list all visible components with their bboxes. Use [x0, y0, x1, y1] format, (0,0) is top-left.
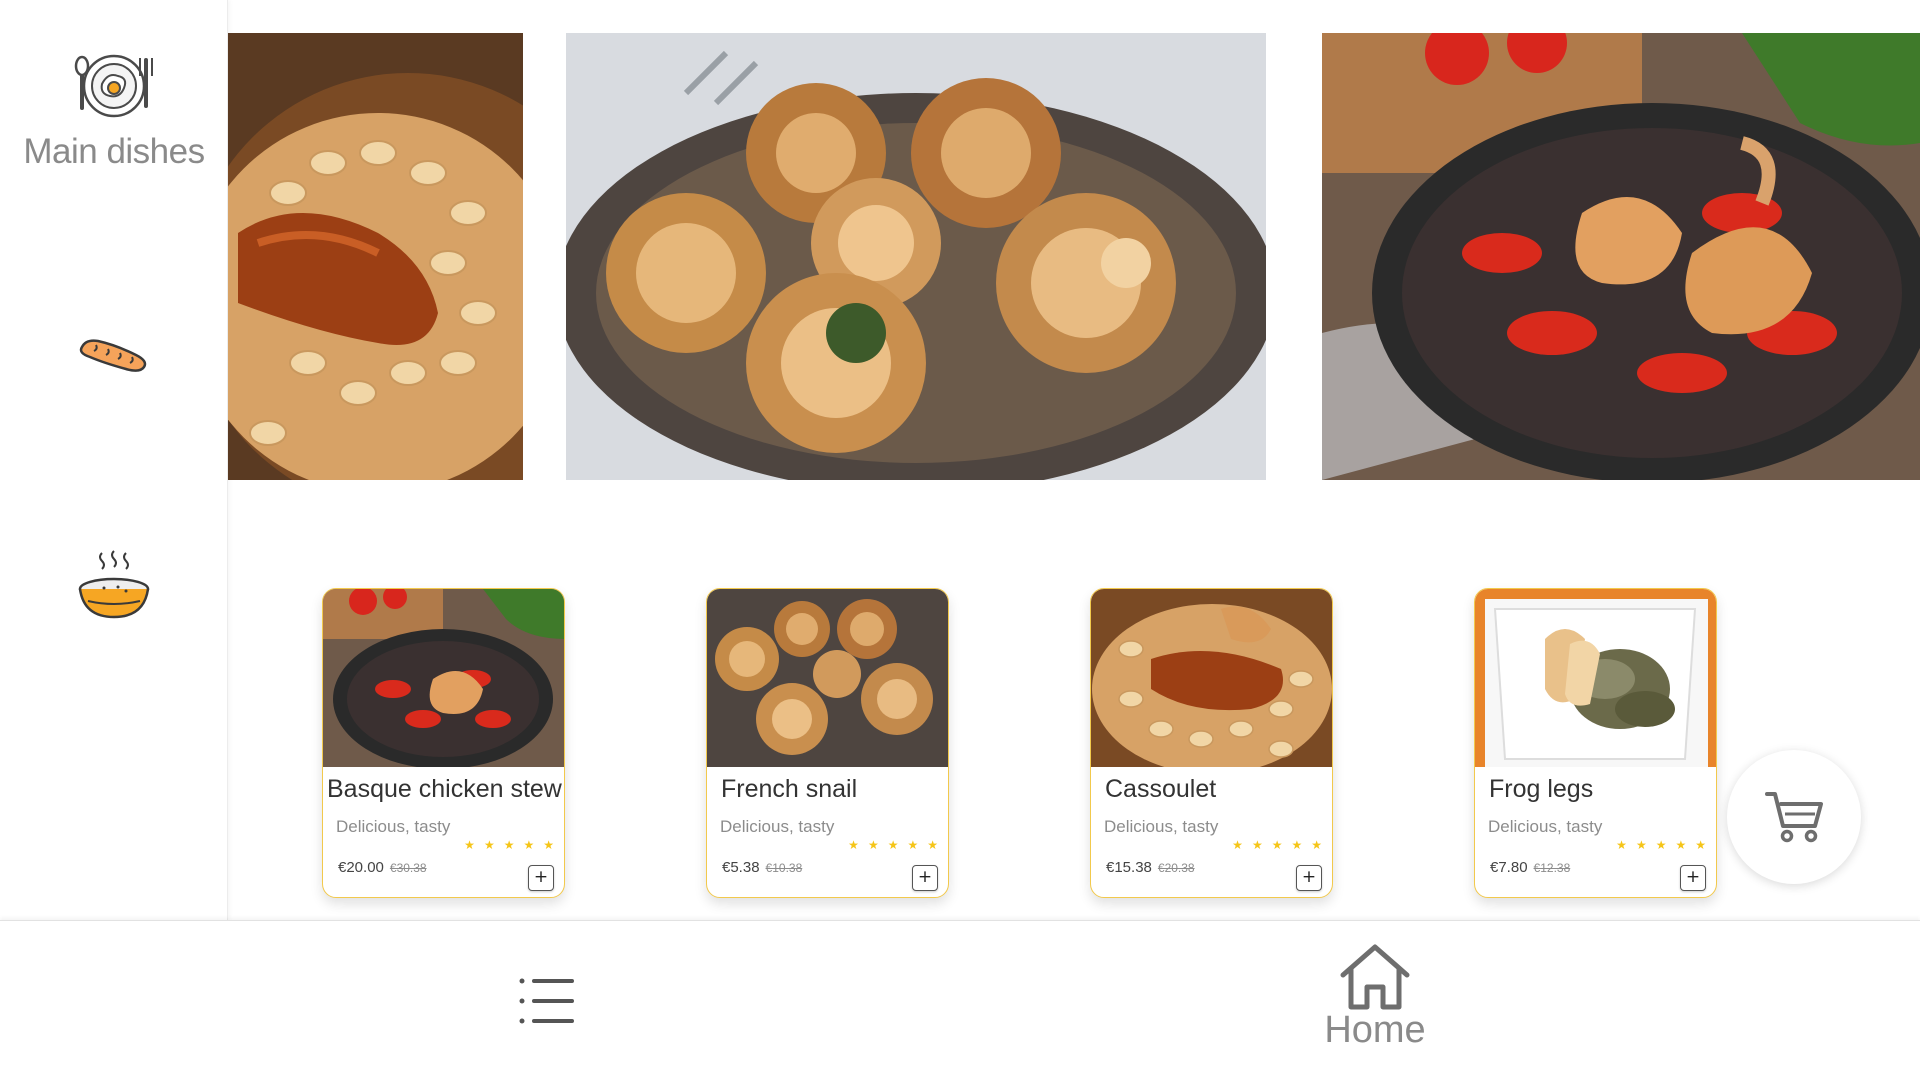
- bottom-nav: Home: [0, 920, 1920, 1080]
- product-price: €7.80: [1490, 859, 1528, 876]
- add-to-cart-button[interactable]: +: [528, 865, 554, 891]
- escargot-thumb: [707, 589, 948, 767]
- basque-chicken-thumb: [323, 589, 564, 767]
- product-price: €5.38: [722, 859, 760, 876]
- product-price-row: €7.80 €12.38: [1490, 859, 1570, 876]
- star-icon: ★: [848, 838, 859, 852]
- rating-stars: ★ ★ ★ ★ ★: [464, 839, 554, 851]
- product-description: Delicious, tasty: [720, 817, 835, 836]
- product-price-row: €20.00 €30.38: [338, 859, 427, 876]
- add-to-cart-button[interactable]: +: [1680, 865, 1706, 891]
- product-card[interactable]: Cassoulet Delicious, tasty ★ ★ ★ ★ ★ €15.38 €…: [1090, 588, 1333, 898]
- star-icon: ★: [523, 838, 535, 852]
- product-old-price: €12.38: [1533, 861, 1571, 875]
- star-icon: ★: [503, 838, 515, 852]
- star-icon: ★: [927, 838, 938, 852]
- star-icon: ★: [1655, 838, 1667, 852]
- star-icon: ★: [887, 838, 899, 852]
- sidebar-item-main-dishes[interactable]: Main dishes: [0, 50, 228, 172]
- category-sidebar: Main dishes: [0, 0, 228, 920]
- star-icon: ★: [1232, 838, 1243, 852]
- home-nav-label: Home: [1324, 1009, 1426, 1051]
- frog-legs-thumb: [1475, 589, 1716, 767]
- banner-basque-chicken-image[interactable]: [1322, 33, 1920, 480]
- star-icon: ★: [1695, 838, 1706, 852]
- product-card[interactable]: Basque chicken stew Delicious, tasty ★ ★ ★…: [322, 588, 565, 898]
- product-price: €15.38: [1106, 859, 1152, 876]
- product-image: [707, 589, 948, 767]
- product-card[interactable]: French snail Delicious, tasty ★ ★ ★ ★ ★ €5.3…: [706, 588, 949, 898]
- product-name: Basque chicken stew: [327, 775, 562, 803]
- star-icon: ★: [483, 838, 495, 852]
- rating-stars: ★ ★ ★ ★ ★: [848, 839, 938, 851]
- basque-chicken-photo: [1322, 33, 1920, 480]
- star-icon: ★: [464, 838, 475, 852]
- product-old-price: €20.38: [1157, 861, 1195, 875]
- product-price-row: €5.38 €10.38: [722, 859, 802, 876]
- app-root: Main dishes Basque chicken stew Deliciou…: [0, 0, 1920, 1080]
- rating-stars: ★ ★ ★ ★ ★: [1232, 839, 1322, 851]
- product-price: €20.00: [338, 859, 384, 876]
- product-image: [1091, 589, 1332, 767]
- cart-button[interactable]: [1727, 750, 1861, 884]
- banner-cassoulet-image[interactable]: [228, 33, 523, 480]
- add-to-cart-button[interactable]: +: [912, 865, 938, 891]
- banner-escargot-image[interactable]: [566, 33, 1266, 480]
- product-old-price: €10.38: [765, 861, 803, 875]
- sidebar-item-bread[interactable]: [0, 315, 228, 395]
- home-nav-button[interactable]: Home: [1320, 941, 1430, 1052]
- cart-icon: [1765, 792, 1823, 843]
- sidebar-item-label: Main dishes: [23, 132, 205, 171]
- rating-stars: ★ ★ ★ ★ ★: [1616, 839, 1706, 851]
- product-card[interactable]: Frog legs Delicious, tasty ★ ★ ★ ★ ★ €7.80 €1…: [1474, 588, 1717, 898]
- product-name: Frog legs: [1489, 775, 1594, 803]
- product-description: Delicious, tasty: [1488, 817, 1603, 836]
- list-icon: [519, 978, 574, 1024]
- sidebar-item-soup[interactable]: [0, 545, 228, 625]
- product-name: Cassoulet: [1105, 775, 1217, 803]
- star-icon: ★: [1291, 838, 1303, 852]
- star-icon: ★: [1251, 838, 1263, 852]
- product-old-price: €30.38: [389, 861, 427, 875]
- star-icon: ★: [867, 838, 879, 852]
- add-to-cart-button[interactable]: +: [1296, 865, 1322, 891]
- star-icon: ★: [1271, 838, 1283, 852]
- star-icon: ★: [907, 838, 919, 852]
- star-icon: ★: [1635, 838, 1647, 852]
- escargot-photo: [566, 33, 1266, 480]
- star-icon: ★: [543, 838, 554, 852]
- product-price-row: €15.38 €20.38: [1106, 859, 1195, 876]
- home-icon: [1340, 944, 1410, 1010]
- product-description: Delicious, tasty: [1104, 817, 1219, 836]
- star-icon: ★: [1311, 838, 1322, 852]
- product-description: Delicious, tasty: [336, 817, 451, 836]
- bread-icon: [79, 339, 147, 372]
- cassoulet-photo: [228, 33, 523, 480]
- product-name: French snail: [721, 775, 858, 803]
- plate-egg-icon: [74, 54, 153, 118]
- menu-list-button[interactable]: [518, 975, 576, 1027]
- star-icon: ★: [1675, 838, 1687, 852]
- cassoulet-thumb: [1091, 589, 1332, 767]
- product-image: [323, 589, 564, 767]
- soup-bowl-icon: [78, 550, 150, 619]
- product-image: [1475, 589, 1716, 767]
- star-icon: ★: [1616, 838, 1627, 852]
